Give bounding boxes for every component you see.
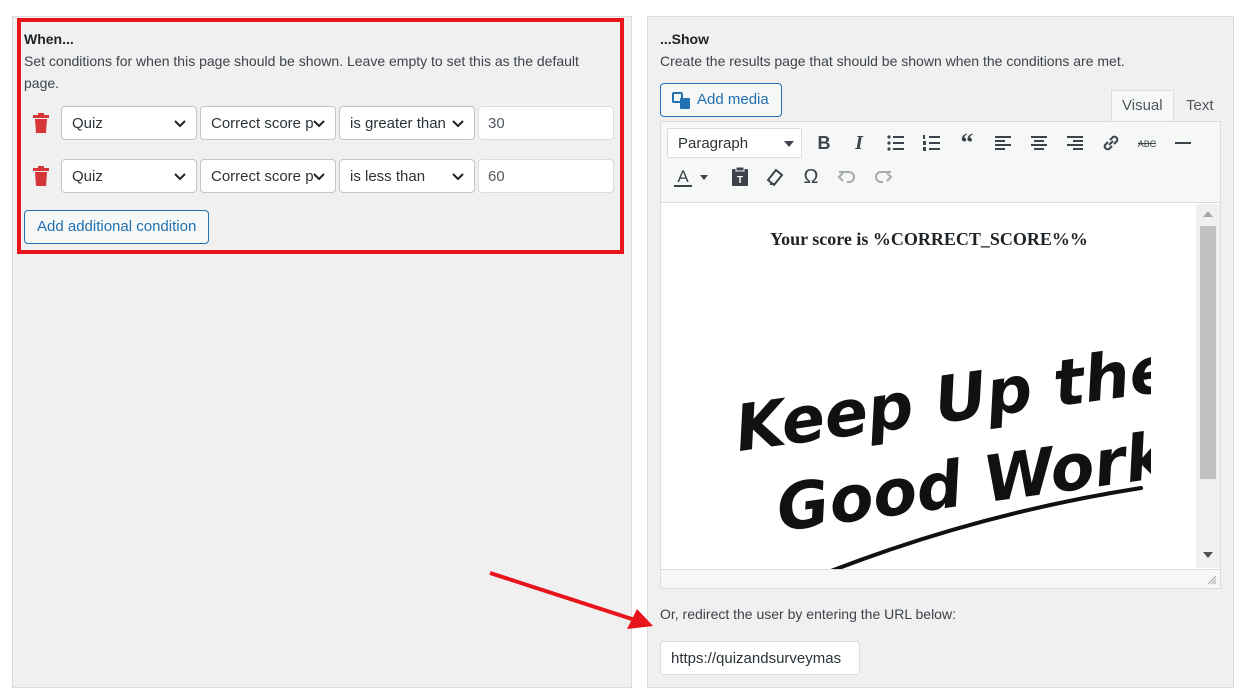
editor-status-bar <box>660 569 1221 589</box>
resize-handle-icon[interactable] <box>1206 574 1217 585</box>
link-icon[interactable] <box>1098 130 1124 156</box>
content-editor[interactable]: Your score is %CORRECT_SCORE%% Keep Up t… <box>660 203 1221 571</box>
highlight-box <box>17 18 624 254</box>
annotation-arrow-icon <box>489 571 653 629</box>
bold-icon[interactable]: B <box>811 130 837 156</box>
editor-scroll-thumb[interactable] <box>1200 226 1216 479</box>
svg-text:T: T <box>737 175 743 186</box>
special-character-icon[interactable]: Ω <box>798 164 824 190</box>
tab-text[interactable]: Text <box>1175 90 1225 121</box>
redirect-url-input[interactable]: https://quizandsurveymas <box>660 641 860 675</box>
paste-text-icon[interactable]: T <box>727 164 753 190</box>
align-right-icon[interactable] <box>1062 130 1088 156</box>
redirect-label: Or, redirect the user by entering the UR… <box>660 606 956 622</box>
strikethrough-icon[interactable]: ABC <box>1134 130 1160 156</box>
scroll-down-icon[interactable] <box>1203 551 1213 559</box>
svg-text:A: A <box>677 167 689 186</box>
show-description: Create the results page that should be s… <box>660 53 1125 69</box>
text-color-icon[interactable]: A <box>670 164 710 190</box>
bullet-list-icon[interactable] <box>883 130 909 156</box>
italic-icon[interactable]: I <box>846 130 872 156</box>
show-title: ...Show <box>660 31 709 47</box>
caret-down-icon <box>784 141 794 147</box>
editor-heading: Your score is %CORRECT_SCORE%% <box>770 229 1088 249</box>
tab-visual[interactable]: Visual <box>1111 90 1174 122</box>
numbered-list-icon[interactable] <box>919 130 945 156</box>
redo-icon[interactable] <box>870 164 896 190</box>
format-select[interactable]: Paragraph <box>667 128 802 158</box>
clear-formatting-icon[interactable] <box>762 164 788 190</box>
align-left-icon[interactable] <box>990 130 1016 156</box>
media-icon <box>672 92 690 109</box>
add-media-button[interactable]: Add media <box>660 83 782 117</box>
horizontal-rule-icon[interactable] <box>1170 130 1196 156</box>
align-center-icon[interactable] <box>1026 130 1052 156</box>
blockquote-icon[interactable]: “ <box>954 128 980 157</box>
undo-icon[interactable] <box>834 164 860 190</box>
scroll-up-icon[interactable] <box>1203 210 1213 218</box>
keep-up-good-work-image: Keep Up the Good Work! <box>731 343 1151 570</box>
